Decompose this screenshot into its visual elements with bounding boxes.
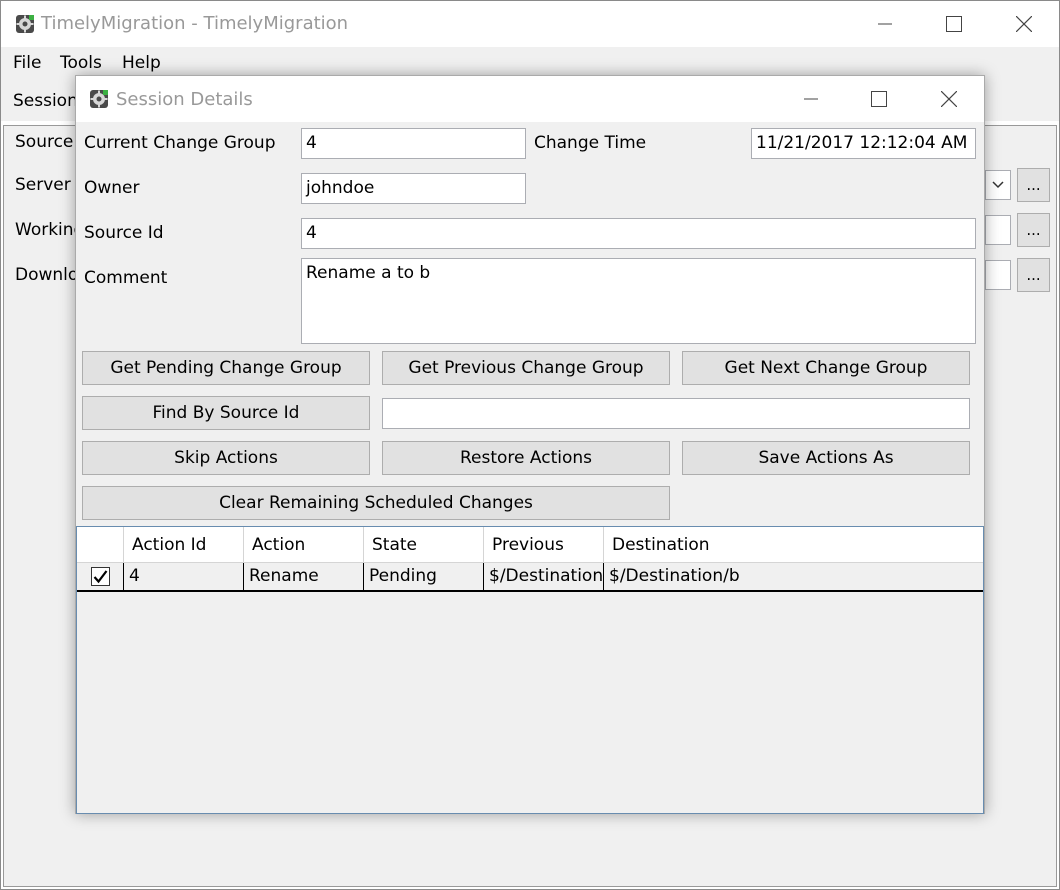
cell-action-id[interactable]: 4	[124, 563, 244, 590]
menu-tools[interactable]: Tools	[60, 53, 102, 73]
source-label: Source	[15, 132, 74, 152]
maximize-icon	[946, 16, 962, 32]
close-button[interactable]	[1001, 9, 1047, 39]
server-label: Server	[15, 175, 71, 195]
dialog-maximize-button[interactable]	[856, 84, 902, 114]
server-browse-button[interactable]: ...	[1017, 168, 1050, 202]
main-window-title: TimelyMigration - TimelyMigration	[41, 13, 349, 34]
close-icon	[941, 91, 957, 107]
header-select-column[interactable]	[77, 527, 124, 563]
comment-field[interactable]: Rename a to b	[301, 258, 976, 344]
minimize-icon	[804, 98, 818, 100]
dialog-title: Session Details	[116, 89, 253, 110]
current-change-group-field[interactable]: 4	[301, 128, 526, 159]
server-dropdown[interactable]	[985, 170, 1011, 200]
working-browse-button[interactable]: ...	[1017, 213, 1050, 247]
dialog-close-button[interactable]	[926, 84, 972, 114]
source-id-field[interactable]: 4	[301, 218, 976, 249]
source-id-label: Source Id	[84, 223, 164, 243]
download-label: Downlo	[15, 265, 79, 285]
header-destination[interactable]: Destination	[604, 527, 983, 563]
close-icon	[1016, 16, 1032, 32]
skip-actions-button[interactable]: Skip Actions	[82, 441, 370, 475]
find-source-id-input[interactable]	[382, 398, 970, 429]
checkmark-icon	[93, 570, 108, 584]
find-by-source-id-button[interactable]: Find By Source Id	[82, 396, 370, 430]
get-next-change-group-button[interactable]: Get Next Change Group	[682, 351, 970, 385]
owner-field[interactable]: johndoe	[301, 173, 526, 204]
cell-previous[interactable]: $/Destination,	[484, 563, 604, 590]
get-previous-change-group-button[interactable]: Get Previous Change Group	[382, 351, 670, 385]
change-time-field[interactable]: 11/21/2017 12:12:04 AM	[751, 128, 976, 159]
restore-actions-button[interactable]: Restore Actions	[382, 441, 670, 475]
minimize-icon	[878, 23, 892, 25]
clear-remaining-scheduled-changes-button[interactable]: Clear Remaining Scheduled Changes	[82, 486, 670, 520]
cell-action[interactable]: Rename	[244, 563, 364, 590]
dialog-titlebar: Session Details	[76, 76, 984, 122]
save-actions-as-button[interactable]: Save Actions As	[682, 441, 970, 475]
chevron-down-icon	[992, 181, 1004, 189]
menu-help[interactable]: Help	[122, 53, 161, 73]
working-label: Working	[15, 220, 85, 240]
cell-state[interactable]: Pending	[364, 563, 484, 590]
download-folder-field[interactable]	[985, 260, 1011, 290]
row-select-cell[interactable]	[77, 563, 124, 590]
row-checkbox[interactable]	[91, 567, 110, 586]
comment-label: Comment	[84, 268, 168, 288]
working-folder-field[interactable]	[985, 215, 1011, 245]
session-details-dialog: Session Details Current Change Group 4 C…	[75, 75, 985, 814]
current-change-group-label: Current Change Group	[84, 133, 276, 153]
main-titlebar: TimelyMigration - TimelyMigration	[1, 1, 1059, 47]
header-action[interactable]: Action	[244, 527, 364, 563]
menu-file[interactable]: File	[13, 53, 41, 73]
cell-destination[interactable]: $/Destination/b	[604, 563, 983, 590]
minimize-button[interactable]	[862, 9, 908, 39]
download-browse-button[interactable]: ...	[1017, 258, 1050, 292]
table-row[interactable]: 4 Rename Pending $/Destination, $/Destin…	[77, 563, 983, 592]
maximize-icon	[871, 91, 887, 107]
owner-label: Owner	[84, 178, 140, 198]
tab-session[interactable]: Session	[13, 91, 78, 111]
actions-grid[interactable]: Action Id Action State Previous Destinat…	[76, 526, 984, 814]
header-state[interactable]: State	[364, 527, 484, 563]
grid-header: Action Id Action State Previous Destinat…	[77, 527, 983, 563]
dialog-gear-icon	[89, 89, 109, 109]
dialog-content: Current Change Group 4 Change Time 11/21…	[76, 122, 984, 814]
header-action-id[interactable]: Action Id	[124, 527, 244, 563]
change-time-label: Change Time	[534, 133, 647, 153]
maximize-button[interactable]	[931, 9, 977, 39]
dialog-minimize-button[interactable]	[788, 84, 834, 114]
get-pending-change-group-button[interactable]: Get Pending Change Group	[82, 351, 370, 385]
header-previous[interactable]: Previous	[484, 527, 604, 563]
app-gear-icon	[15, 14, 35, 34]
